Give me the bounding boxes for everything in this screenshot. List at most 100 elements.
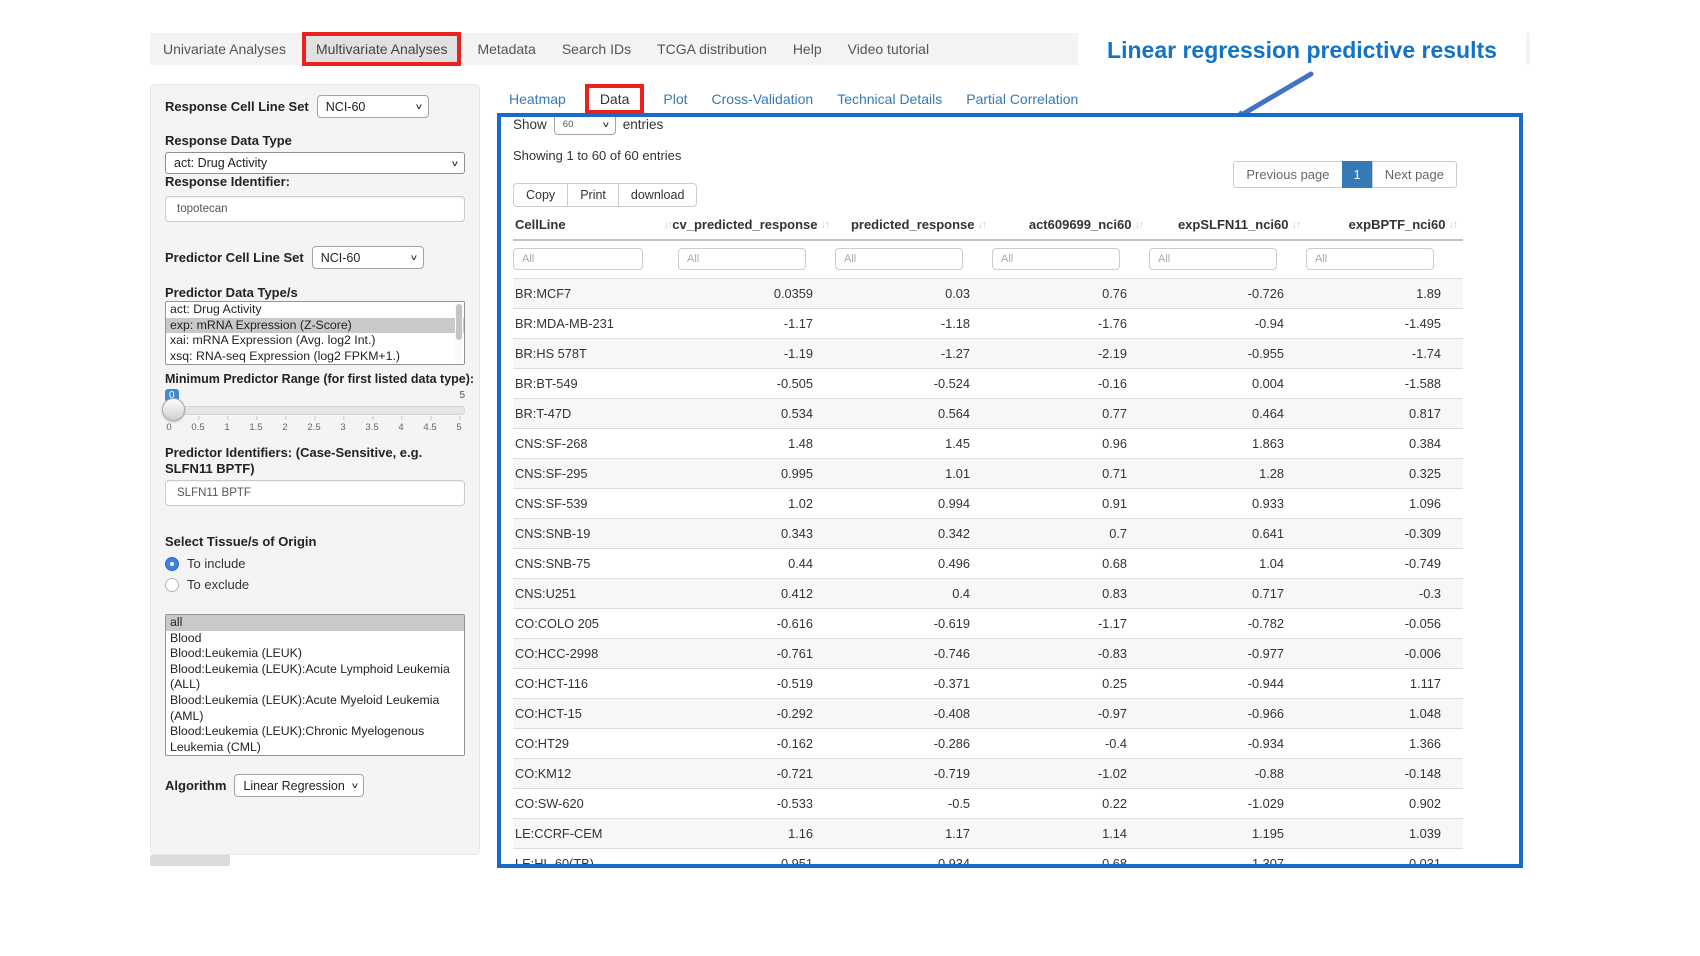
predicted-response-cell: 0.496 (835, 556, 992, 571)
filter-input-expbptf-nci60[interactable] (1306, 248, 1434, 270)
expbptf-cell: 1.096 (1306, 496, 1463, 511)
expbptf-cell: 0.325 (1306, 466, 1463, 481)
cv-predicted-response-cell: -0.519 (678, 676, 835, 691)
cv-predicted-response-cell: 0.995 (678, 466, 835, 481)
filter-input-cellline[interactable] (513, 248, 643, 270)
column-header-predicted-response[interactable]: predicted_response ↓↑ (835, 217, 992, 232)
expbptf-cell: -1.74 (1306, 346, 1463, 361)
copy-button[interactable]: Copy (513, 183, 568, 207)
column-header-expslfn11-nci60[interactable]: expSLFN11_nci60 ↓↑ (1149, 217, 1306, 232)
act609699-cell: 0.68 (992, 556, 1149, 571)
cell-line-cell: CNS:SF-295 (513, 466, 678, 481)
act609699-cell: 0.83 (992, 586, 1149, 601)
column-header-expbptf-nci60[interactable]: expBPTF_nci60 ↓↑ (1306, 217, 1463, 232)
expbptf-cell: -0.749 (1306, 556, 1463, 571)
algorithm-select[interactable]: Linear Regression ∨ (234, 774, 364, 797)
filter-input-predicted-response[interactable] (835, 248, 963, 270)
predicted-response-cell: 0.4 (835, 586, 992, 601)
table-row: CNS:SF-295 0.995 1.01 0.71 1.28 0.325 (513, 458, 1463, 488)
list-option[interactable]: Blood:Leukemia (LEUK):Acute Lymphoid Leu… (166, 662, 464, 693)
list-option[interactable]: Blood:Leukemia (LEUK):Chronic Myelogenou… (166, 724, 464, 755)
radio-to-exclude[interactable]: To exclude (165, 577, 465, 592)
table-row: BR:MDA-MB-231 -1.17 -1.18 -1.76 -0.94 -1… (513, 308, 1463, 338)
nav-item-univariate-analyses[interactable]: Univariate Analyses (150, 33, 299, 65)
tab-plot[interactable]: Plot (651, 91, 699, 107)
previous-page-button[interactable]: Previous page (1233, 161, 1342, 188)
table-row: CO:HCT-116 -0.519 -0.371 0.25 -0.944 1.1… (513, 668, 1463, 698)
nav-item-multivariate-analyses[interactable]: Multivariate Analyses (302, 32, 462, 66)
expbptf-cell: -0.006 (1306, 646, 1463, 661)
expslfn11-cell: 0.004 (1149, 376, 1306, 391)
column-header-cellline[interactable]: CellLine ↓↑ (513, 217, 678, 232)
tissue-listbox[interactable]: all Blood Blood:Leukemia (LEUK) Blood:Le… (165, 614, 465, 756)
tab-technical-details[interactable]: Technical Details (825, 91, 954, 107)
cv-predicted-response-cell: 0.951 (678, 856, 835, 868)
partial-footer-element (150, 855, 230, 866)
slider-track[interactable] (165, 406, 465, 415)
tab-data[interactable]: Data (585, 84, 645, 114)
filter-input-expslfn11-nci60[interactable] (1149, 248, 1277, 270)
response-cell-line-set-select[interactable]: NCI-60 ∨ (317, 95, 429, 118)
nav-item-tcga-distribution[interactable]: TCGA distribution (644, 33, 780, 65)
sort-icon: ↓↑ (821, 219, 830, 231)
cv-predicted-response-cell: 1.02 (678, 496, 835, 511)
cv-predicted-response-cell: -0.505 (678, 376, 835, 391)
filter-input-act609699-nci60[interactable] (992, 248, 1120, 270)
next-page-button[interactable]: Next page (1372, 161, 1457, 188)
predicted-response-cell: 1.45 (835, 436, 992, 451)
act609699-cell: 0.68 (992, 856, 1149, 868)
filter-input-cv-predicted-response[interactable] (678, 248, 806, 270)
tab-heatmap[interactable]: Heatmap (497, 91, 578, 107)
column-header-act609699-nci60[interactable]: act609699_nci60 ↓↑ (992, 217, 1149, 232)
cv-predicted-response-cell: 0.534 (678, 406, 835, 421)
table-row: CNS:SF-539 1.02 0.994 0.91 0.933 1.096 (513, 488, 1463, 518)
response-identifier-input[interactable]: topotecan (165, 196, 465, 222)
tab-cross-validation[interactable]: Cross-Validation (700, 91, 826, 107)
expbptf-cell: -0.148 (1306, 766, 1463, 781)
cv-predicted-response-cell: 0.44 (678, 556, 835, 571)
table-row: CO:SW-620 -0.533 -0.5 0.22 -1.029 0.902 (513, 788, 1463, 818)
nav-item-help[interactable]: Help (780, 33, 835, 65)
predicted-response-cell: -0.524 (835, 376, 992, 391)
cell-line-cell: BR:T-47D (513, 406, 678, 421)
column-header-cv-predicted-response[interactable]: cv_predicted_response ↓↑ (678, 217, 835, 232)
expslfn11-cell: -0.934 (1149, 736, 1306, 751)
predictor-data-types-listbox[interactable]: act: Drug Activity exp: mRNA Expression … (165, 301, 465, 365)
list-option[interactable]: xai: mRNA Expression (Avg. log2 Int.) (166, 333, 464, 349)
expbptf-cell: 0.817 (1306, 406, 1463, 421)
cv-predicted-response-cell: 1.48 (678, 436, 835, 451)
list-option-selected[interactable]: all (166, 615, 464, 631)
predicted-response-cell: -0.719 (835, 766, 992, 781)
list-option[interactable]: Blood:Leukemia (LEUK) (166, 646, 464, 662)
table-row: CO:COLO 205 -0.616 -0.619 -1.17 -0.782 -… (513, 608, 1463, 638)
cell-line-cell: CO:SW-620 (513, 796, 678, 811)
current-page-button[interactable]: 1 (1342, 161, 1373, 188)
show-entries-select[interactable]: 60 ∨ (554, 113, 616, 135)
expslfn11-cell: -0.94 (1149, 316, 1306, 331)
print-button[interactable]: Print (567, 183, 619, 207)
response-data-type-select[interactable]: act: Drug Activity ∨ (165, 152, 465, 174)
list-option[interactable]: Blood (166, 631, 464, 647)
cell-line-cell: CNS:SNB-75 (513, 556, 678, 571)
tab-partial-correlation[interactable]: Partial Correlation (954, 91, 1090, 107)
radio-to-include[interactable]: To include (165, 556, 465, 571)
cell-line-cell: CO:KM12 (513, 766, 678, 781)
list-option[interactable]: act: Drug Activity (166, 302, 464, 318)
nav-item-video-tutorial[interactable]: Video tutorial (835, 33, 942, 65)
list-option[interactable]: xsq: RNA-seq Expression (log2 FPKM+1.) (166, 349, 464, 365)
cv-predicted-response-cell: 0.343 (678, 526, 835, 541)
scrollbar[interactable] (455, 303, 463, 363)
predictor-identifiers-input[interactable]: SLFN11 BPTF (165, 480, 465, 506)
list-option[interactable]: Blood:Leukemia (LEUK):Acute Myeloid Leuk… (166, 693, 464, 724)
table-row: CO:KM12 -0.721 -0.719 -1.02 -0.88 -0.148 (513, 758, 1463, 788)
nav-item-metadata[interactable]: Metadata (464, 33, 548, 65)
list-option-selected[interactable]: exp: mRNA Expression (Z-Score) (166, 318, 464, 334)
chevron-down-icon: ∨ (451, 159, 460, 168)
slider-handle[interactable] (162, 398, 185, 421)
download-button[interactable]: download (618, 183, 698, 207)
nav-item-search-ids[interactable]: Search IDs (549, 33, 644, 65)
export-button-group: Copy Print download (513, 183, 697, 207)
act609699-cell: 1.14 (992, 826, 1149, 841)
predictor-cell-line-set-select[interactable]: NCI-60 ∨ (312, 246, 424, 269)
table-body: BR:MCF7 0.0359 0.03 0.76 -0.726 1.89 BR:… (513, 278, 1463, 868)
